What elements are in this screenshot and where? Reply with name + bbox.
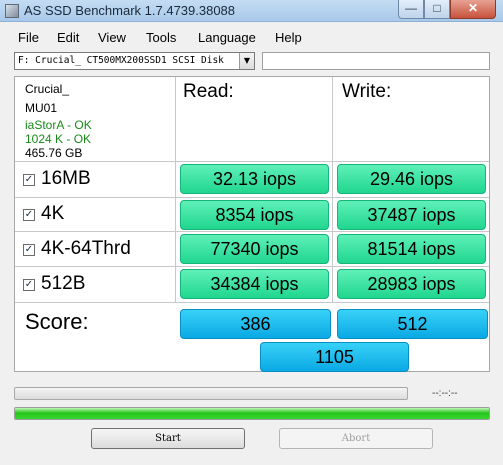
driver-status: iaStorA - OK xyxy=(25,118,92,132)
window-title: AS SSD Benchmark 1.7.4739.38088 xyxy=(24,3,236,18)
checkbox-4k64[interactable]: ✓ xyxy=(23,244,35,256)
alignment-status: 1024 K - OK xyxy=(25,132,92,146)
write-result-4k: 37487 iops xyxy=(337,200,486,230)
title-bar[interactable]: AS SSD Benchmark 1.7.4739.38088 — □ ✕ xyxy=(0,0,503,22)
close-button[interactable]: ✕ xyxy=(450,0,496,19)
checkbox-512b[interactable]: ✓ xyxy=(23,279,35,291)
menu-help[interactable]: Help xyxy=(275,30,302,45)
read-result-4k: 8354 iops xyxy=(180,200,329,230)
app-icon xyxy=(5,4,19,18)
drive-model: Crucial_ xyxy=(25,82,70,96)
menu-edit[interactable]: Edit xyxy=(57,30,79,45)
write-column-header: Write: xyxy=(342,81,392,102)
total-score: 1105 xyxy=(260,342,409,372)
row-16mb-label[interactable]: ✓ 16MB xyxy=(23,168,91,190)
close-icon: ✕ xyxy=(467,1,479,15)
menu-language[interactable]: Language xyxy=(198,30,256,45)
maximize-button[interactable]: □ xyxy=(424,0,450,19)
write-result-16mb: 29.46 iops xyxy=(337,164,486,194)
read-column-header: Read: xyxy=(183,81,234,102)
results-grid: Crucial_ MU01 iaStorA - OK 1024 K - OK 4… xyxy=(14,76,490,372)
start-button[interactable]: Start xyxy=(91,428,245,449)
row-4k-label[interactable]: ✓ 4K xyxy=(23,203,64,225)
score-label: Score: xyxy=(25,309,89,334)
write-result-4k64: 81514 iops xyxy=(337,234,486,264)
row-512b-label[interactable]: ✓ 512B xyxy=(23,273,85,295)
menu-view[interactable]: View xyxy=(98,30,126,45)
write-result-512b: 28983 iops xyxy=(337,269,486,299)
drive-firmware: MU01 xyxy=(25,101,58,115)
menu-tools[interactable]: Tools xyxy=(146,30,176,45)
test-progress-bar xyxy=(14,387,408,400)
chevron-down-icon[interactable]: ▼ xyxy=(239,53,254,69)
menu-file[interactable]: File xyxy=(18,30,39,45)
drive-size: 465.76 GB xyxy=(25,146,83,160)
row-4k64-label[interactable]: ✓ 4K-64Thrd xyxy=(23,238,131,260)
drive-select-value: F: Crucial_ CT500MX200SSD1 SCSI Disk xyxy=(18,55,224,66)
free-space-field xyxy=(262,52,490,70)
drive-select[interactable]: F: Crucial_ CT500MX200SSD1 SCSI Disk ▼ xyxy=(14,52,255,70)
maximize-icon: □ xyxy=(433,1,441,15)
minimize-icon: — xyxy=(405,1,417,15)
abort-button[interactable]: Abort xyxy=(279,428,433,449)
write-score: 512 xyxy=(337,309,488,339)
menu-bar: File Edit View Tools Language Help xyxy=(0,26,503,48)
checkbox-16mb[interactable]: ✓ xyxy=(23,174,35,186)
read-score: 386 xyxy=(180,309,331,339)
read-result-512b: 34384 iops xyxy=(180,269,329,299)
read-result-4k64: 77340 iops xyxy=(180,234,329,264)
elapsed-time: --:--:-- xyxy=(432,388,458,399)
overall-progress-fill xyxy=(15,408,489,419)
minimize-button[interactable]: — xyxy=(398,0,424,19)
checkbox-4k[interactable]: ✓ xyxy=(23,209,35,221)
overall-progress-bar xyxy=(14,407,490,420)
read-result-16mb: 32.13 iops xyxy=(180,164,329,194)
